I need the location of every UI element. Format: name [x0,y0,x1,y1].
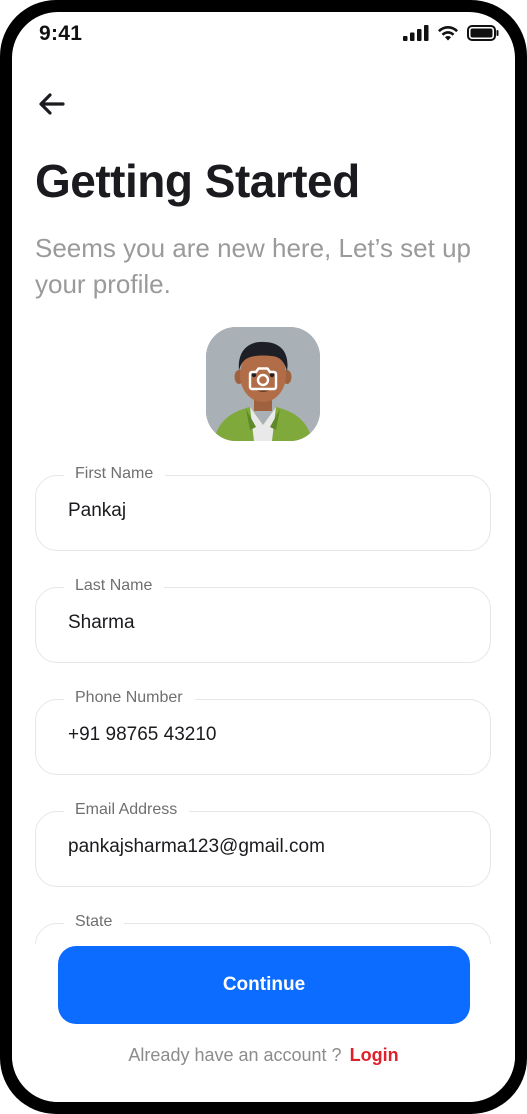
signal-icon [403,25,429,41]
arrow-left-icon [39,93,65,115]
status-time: 9:41 [39,22,83,45]
battery-icon [467,25,499,41]
status-icons [403,25,499,41]
continue-button[interactable]: Continue [58,946,470,1024]
login-link[interactable]: Login [350,1045,399,1065]
last-name-input[interactable] [68,612,468,634]
first-name-input[interactable] [68,500,468,522]
email-address-label: Email Address [64,801,190,819]
wifi-icon [438,25,458,41]
first-name-field: First Name [35,465,491,551]
phone-number-label: Phone Number [64,689,195,707]
state-label: State [64,913,125,931]
first-name-label: First Name [64,465,166,483]
avatar-illustration [206,327,320,441]
email-address-field: Email Address [35,801,491,887]
app-screen: 9:41 Getting Started Seems you are new h… [12,12,515,1102]
login-prompt-row: Already have an account ? Login [12,1045,515,1066]
phone-frame: 9:41 Getting Started Seems you are new h… [0,0,527,1114]
back-button[interactable] [36,88,68,120]
page-title: Getting Started [35,155,360,207]
page-subtitle: Seems you are new here, Let’s set up you… [35,233,471,299]
last-name-field: Last Name [35,577,491,663]
phone-number-input[interactable] [68,724,468,746]
profile-photo-picker[interactable] [206,327,320,441]
login-prompt-text: Already have an account ? [128,1045,342,1065]
phone-number-field: Phone Number [35,689,491,775]
last-name-label: Last Name [64,577,165,595]
email-address-input[interactable] [68,836,468,858]
